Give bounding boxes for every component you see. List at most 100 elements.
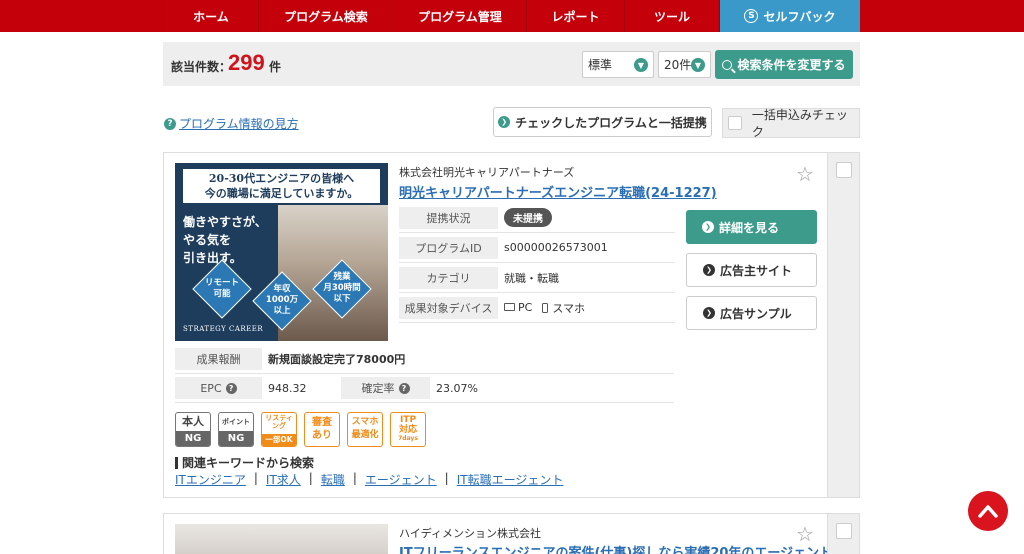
scroll-to-top-button[interactable] xyxy=(968,491,1008,531)
badge-listing-bottom: 一部OK xyxy=(262,434,296,446)
card-select-column xyxy=(827,514,859,554)
advertiser-site-button[interactable]: ❯ 広告主サイト xyxy=(686,253,817,287)
program-id-label: プログラムID xyxy=(399,236,498,259)
search-icon xyxy=(722,59,733,70)
arrow-circle-icon: ❯ xyxy=(498,116,511,128)
badge-point-top: ポイント xyxy=(222,418,250,426)
program-title-link[interactable]: 明光キャリアパートナーズエンジニア転職(24-1227) xyxy=(399,182,717,201)
keyword-link[interactable]: IT求人 xyxy=(266,471,301,488)
info-row-device: 成果対象デバイス PC スマホ xyxy=(399,293,675,323)
badge-review-line1: 審査 xyxy=(312,417,332,428)
program-card: 20-30代エンジニアの皆様へ 今の職場に満足していますか。 働きやすさが、 や… xyxy=(163,152,860,498)
sort-select-value: 標準 xyxy=(588,58,613,72)
confirm-rate-label: 確定率 ? xyxy=(341,377,430,399)
program-title-link[interactable]: ITフリーランスエンジニアの案件(仕事)探しなら実績20年のエージェント xyxy=(399,542,832,554)
nav-program-management[interactable]: プログラム管理 xyxy=(394,0,527,32)
nav-report[interactable]: レポート xyxy=(527,0,625,32)
sort-select[interactable]: 標準 ▼ xyxy=(582,51,654,78)
banner-overtime-line2: 月30時間 xyxy=(323,283,361,293)
info-row-category: カテゴリ 就職・転職 xyxy=(399,263,675,293)
banner-diamond-overtime: 残業 月30時間 以下 xyxy=(312,272,372,305)
program-card: ハイディメンション株式会社 ITフリーランスエンジニアの案件(仕事)探しなら実績… xyxy=(163,513,860,554)
per-page-select-value: 20件 xyxy=(664,58,692,72)
badge-review: 審査 あり xyxy=(304,412,340,447)
bulk-check-toggle[interactable]: 一括申込みチェック xyxy=(722,108,860,139)
badge-listing: リスティング 一部OK xyxy=(261,412,297,447)
keyword-separator: | xyxy=(352,471,357,485)
ad-sample-label: 広告サンプル xyxy=(720,306,792,321)
banner-overtime-line3: 以下 xyxy=(333,294,351,304)
favorite-star-icon[interactable]: ☆ xyxy=(796,522,814,546)
status-badge: 未提携 xyxy=(504,208,552,227)
card-select-checkbox[interactable] xyxy=(836,523,852,539)
banner-salary-line2: 1000万 xyxy=(265,295,299,305)
badge-itp-line3: 7days xyxy=(398,435,418,442)
keyword-link[interactable]: 転職 xyxy=(321,471,345,488)
self-back-icon: S xyxy=(744,9,759,23)
bulk-check-checkbox[interactable] xyxy=(728,116,742,130)
badge-listing-top: リスティング xyxy=(265,414,293,430)
info-row-program-id: プログラムID s00000026573001 xyxy=(399,233,675,263)
status-label: 提携状況 xyxy=(399,206,498,229)
banner-salary-line3: 以上 xyxy=(273,306,291,316)
program-info-help-link[interactable]: ? プログラム情報の見方 xyxy=(164,115,299,132)
global-nav: ホーム プログラム検索 プログラム管理 レポート ツール S セルフバック xyxy=(0,0,1024,32)
banner-sub-line2: やる気を xyxy=(183,233,232,247)
banner-diamond-remote: リモート 可能 xyxy=(192,278,252,300)
favorite-star-icon[interactable]: ☆ xyxy=(796,162,814,186)
view-details-button[interactable]: ❯ 詳細を見る xyxy=(686,210,817,244)
badge-point-bottom: NG xyxy=(219,431,253,446)
advertiser-name: ハイディメンション株式会社 xyxy=(399,527,542,540)
keyword-link[interactable]: ITエンジニア xyxy=(175,471,246,488)
epc-row: EPC ? 948.32 確定率 ? 23.07% xyxy=(175,374,674,403)
program-banner[interactable] xyxy=(175,524,388,554)
nav-program-search[interactable]: プログラム検索 xyxy=(259,0,394,32)
banner-headline: 20-30代エンジニアの皆様へ 今の職場に満足していますか。 xyxy=(183,169,380,203)
badge-smartphone-text: スマホ 最適化 xyxy=(348,413,382,442)
keyword-link[interactable]: エージェント xyxy=(365,471,437,488)
epc-value: 948.32 xyxy=(268,381,307,395)
badge-itp-line1: ITP xyxy=(399,415,417,425)
info-row-status: 提携状況 未提携 xyxy=(399,203,675,233)
monitor-icon xyxy=(504,302,515,311)
nav-tool[interactable]: ツール xyxy=(625,0,720,32)
program-banner[interactable]: 20-30代エンジニアの皆様へ 今の職場に満足していますか。 働きやすさが、 や… xyxy=(175,163,388,341)
badge-point: ポイント NG xyxy=(218,412,254,447)
device-pc: PC xyxy=(518,301,533,314)
chevron-up-icon xyxy=(978,505,998,518)
nav-menu: ホーム プログラム検索 プログラム管理 レポート ツール S セルフバック xyxy=(163,0,860,32)
advertiser-site-label: 広告主サイト xyxy=(720,263,793,278)
arrow-circle-icon: ❯ xyxy=(702,221,714,233)
device-smartphone: スマホ xyxy=(552,301,585,315)
arrow-circle-icon: ❯ xyxy=(703,264,715,276)
arrow-circle-icon: ❯ xyxy=(703,307,715,319)
bulk-check-label: 一括申込みチェック xyxy=(751,108,848,139)
ad-sample-button[interactable]: ❯ 広告サンプル xyxy=(686,296,817,330)
reward-label: 成果報酬 xyxy=(175,348,262,370)
keyword-link[interactable]: IT転職エージェント xyxy=(457,471,564,488)
card-select-checkbox[interactable] xyxy=(836,162,852,178)
result-count-label: 該当件数： xyxy=(171,60,232,74)
per-page-select[interactable]: 20件 ▼ xyxy=(658,51,711,78)
change-search-conditions-button[interactable]: 検索条件を変更する xyxy=(715,50,853,79)
reward-row: 成果報酬 新規面談設定完了78000円 xyxy=(175,345,674,374)
advertiser-name: 株式会社明光キャリアパートナーズ xyxy=(399,166,575,179)
chevron-down-icon: ▼ xyxy=(691,58,705,72)
bulk-apply-button[interactable]: ❯ チェックしたプログラムと一括提携 xyxy=(493,107,712,137)
banner-remote-line2: 可能 xyxy=(213,289,231,299)
nav-self-back[interactable]: S セルフバック xyxy=(720,0,860,32)
banner-diamond-salary: 年収 1000万 以上 xyxy=(252,284,312,317)
badge-smartphone-line1: スマホ xyxy=(351,417,379,427)
banner-overtime-line1: 残業 xyxy=(333,272,351,282)
smartphone-icon xyxy=(542,302,549,313)
help-link-label: プログラム情報の見方 xyxy=(179,117,299,131)
change-search-conditions-label: 検索条件を変更する xyxy=(737,58,846,72)
result-count-unit: 件 xyxy=(269,60,282,74)
nav-home[interactable]: ホーム xyxy=(163,0,259,32)
confirm-rate-label-text: 確定率 xyxy=(361,382,395,395)
keyword-separator: | xyxy=(308,471,313,485)
epc-label: EPC ? xyxy=(175,377,262,399)
help-icon[interactable]: ? xyxy=(398,382,410,394)
card-select-column xyxy=(827,153,859,497)
help-icon[interactable]: ? xyxy=(225,382,237,394)
